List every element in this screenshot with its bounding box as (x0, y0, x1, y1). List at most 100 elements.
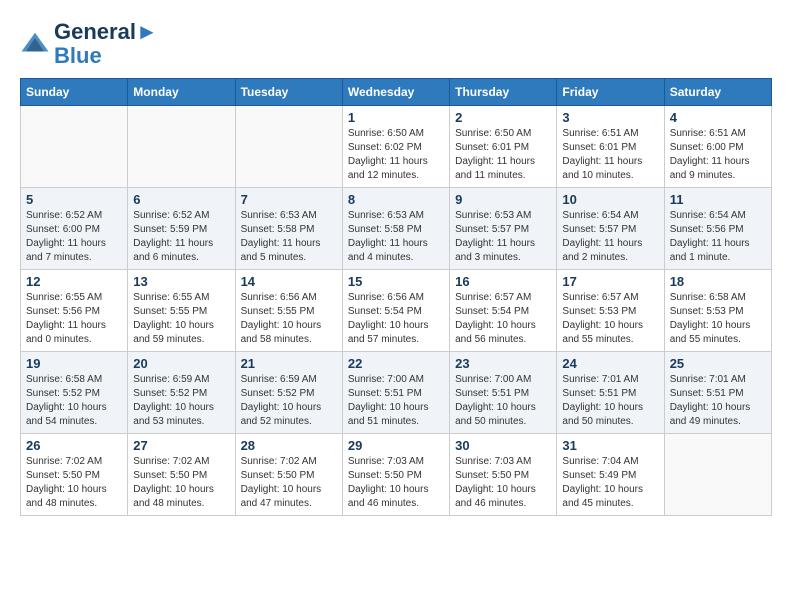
day-detail: Sunrise: 6:56 AMSunset: 5:55 PMDaylight:… (241, 291, 337, 347)
day-number: 25 (670, 356, 766, 371)
calendar-cell: 30 Sunrise: 7:03 AMSunset: 5:50 PMDayligh… (450, 434, 557, 516)
day-number: 10 (562, 192, 658, 207)
day-number: 5 (26, 192, 122, 207)
day-number: 11 (670, 192, 766, 207)
calendar-cell: 27 Sunrise: 7:02 AMSunset: 5:50 PMDayligh… (128, 434, 235, 516)
calendar-cell: 21 Sunrise: 6:59 AMSunset: 5:52 PMDayligh… (235, 352, 342, 434)
page-header: General► Blue (20, 20, 772, 68)
calendar-table: SundayMondayTuesdayWednesdayThursdayFrid… (20, 78, 772, 516)
logo-text: General► Blue (54, 20, 158, 68)
day-detail: Sunrise: 7:01 AMSunset: 5:51 PMDaylight:… (670, 373, 766, 429)
day-detail: Sunrise: 6:59 AMSunset: 5:52 PMDaylight:… (241, 373, 337, 429)
day-detail: Sunrise: 6:53 AMSunset: 5:58 PMDaylight:… (348, 209, 444, 265)
day-number: 21 (241, 356, 337, 371)
calendar-cell: 3 Sunrise: 6:51 AMSunset: 6:01 PMDaylight… (557, 106, 664, 188)
calendar-cell: 7 Sunrise: 6:53 AMSunset: 5:58 PMDaylight… (235, 188, 342, 270)
day-detail: Sunrise: 6:55 AMSunset: 5:56 PMDaylight:… (26, 291, 122, 347)
calendar-cell: 19 Sunrise: 6:58 AMSunset: 5:52 PMDayligh… (21, 352, 128, 434)
col-header-saturday: Saturday (664, 79, 771, 106)
logo-icon (20, 29, 50, 59)
day-number: 3 (562, 110, 658, 125)
day-detail: Sunrise: 6:54 AMSunset: 5:57 PMDaylight:… (562, 209, 658, 265)
day-number: 28 (241, 438, 337, 453)
day-number: 30 (455, 438, 551, 453)
day-detail: Sunrise: 7:03 AMSunset: 5:50 PMDaylight:… (455, 455, 551, 511)
col-header-wednesday: Wednesday (342, 79, 449, 106)
day-detail: Sunrise: 6:50 AMSunset: 6:01 PMDaylight:… (455, 127, 551, 183)
day-number: 13 (133, 274, 229, 289)
col-header-monday: Monday (128, 79, 235, 106)
calendar-cell: 15Sunrise: 6:56 AMSunset: 5:54 PMDayligh… (342, 270, 449, 352)
calendar-cell: 18 Sunrise: 6:58 AMSunset: 5:53 PMDayligh… (664, 270, 771, 352)
calendar-cell: 12 Sunrise: 6:55 AMSunset: 5:56 PMDayligh… (21, 270, 128, 352)
col-header-sunday: Sunday (21, 79, 128, 106)
day-detail: Sunrise: 7:03 AMSunset: 5:50 PMDaylight:… (348, 455, 444, 511)
day-number: 7 (241, 192, 337, 207)
calendar-cell: 20Sunrise: 6:59 AMSunset: 5:52 PMDayligh… (128, 352, 235, 434)
logo: General► Blue (20, 20, 158, 68)
day-detail: Sunrise: 6:54 AMSunset: 5:56 PMDaylight:… (670, 209, 766, 265)
calendar-cell (235, 106, 342, 188)
day-number: 23 (455, 356, 551, 371)
day-detail: Sunrise: 6:53 AMSunset: 5:58 PMDaylight:… (241, 209, 337, 265)
day-number: 12 (26, 274, 122, 289)
day-number: 18 (670, 274, 766, 289)
calendar-cell: 9 Sunrise: 6:53 AMSunset: 5:57 PMDaylight… (450, 188, 557, 270)
day-number: 22 (348, 356, 444, 371)
calendar-cell: 4 Sunrise: 6:51 AMSunset: 6:00 PMDaylight… (664, 106, 771, 188)
day-detail: Sunrise: 6:52 AMSunset: 5:59 PMDaylight:… (133, 209, 229, 265)
day-number: 15 (348, 274, 444, 289)
day-number: 24 (562, 356, 658, 371)
col-header-thursday: Thursday (450, 79, 557, 106)
day-detail: Sunrise: 6:53 AMSunset: 5:57 PMDaylight:… (455, 209, 551, 265)
day-number: 9 (455, 192, 551, 207)
day-number: 2 (455, 110, 551, 125)
day-number: 4 (670, 110, 766, 125)
day-number: 1 (348, 110, 444, 125)
day-number: 20 (133, 356, 229, 371)
day-detail: Sunrise: 6:51 AMSunset: 6:01 PMDaylight:… (562, 127, 658, 183)
calendar-cell: 8 Sunrise: 6:53 AMSunset: 5:58 PMDaylight… (342, 188, 449, 270)
calendar-cell: 17 Sunrise: 6:57 AMSunset: 5:53 PMDayligh… (557, 270, 664, 352)
day-detail: Sunrise: 7:02 AMSunset: 5:50 PMDaylight:… (26, 455, 122, 511)
calendar-cell: 24 Sunrise: 7:01 AMSunset: 5:51 PMDayligh… (557, 352, 664, 434)
calendar-cell: 5 Sunrise: 6:52 AMSunset: 6:00 PMDaylight… (21, 188, 128, 270)
col-header-friday: Friday (557, 79, 664, 106)
day-number: 27 (133, 438, 229, 453)
calendar-cell (21, 106, 128, 188)
day-detail: Sunrise: 7:02 AMSunset: 5:50 PMDaylight:… (241, 455, 337, 511)
day-number: 19 (26, 356, 122, 371)
day-number: 31 (562, 438, 658, 453)
day-number: 16 (455, 274, 551, 289)
calendar-cell: 6Sunrise: 6:52 AMSunset: 5:59 PMDaylight… (128, 188, 235, 270)
calendar-cell: 29 Sunrise: 7:03 AMSunset: 5:50 PMDayligh… (342, 434, 449, 516)
calendar-cell: 14 Sunrise: 6:56 AMSunset: 5:55 PMDayligh… (235, 270, 342, 352)
calendar-cell: 10 Sunrise: 6:54 AMSunset: 5:57 PMDayligh… (557, 188, 664, 270)
calendar-cell: 26 Sunrise: 7:02 AMSunset: 5:50 PMDayligh… (21, 434, 128, 516)
calendar-cell: 1 Sunrise: 6:50 AMSunset: 6:02 PMDaylight… (342, 106, 449, 188)
day-number: 29 (348, 438, 444, 453)
day-detail: Sunrise: 7:02 AMSunset: 5:50 PMDaylight:… (133, 455, 229, 511)
day-detail: Sunrise: 6:58 AMSunset: 5:52 PMDaylight:… (26, 373, 122, 429)
day-detail: Sunrise: 7:01 AMSunset: 5:51 PMDaylight:… (562, 373, 658, 429)
calendar-cell: 28 Sunrise: 7:02 AMSunset: 5:50 PMDayligh… (235, 434, 342, 516)
day-number: 17 (562, 274, 658, 289)
day-detail: Sunrise: 6:51 AMSunset: 6:00 PMDaylight:… (670, 127, 766, 183)
calendar-cell: 25 Sunrise: 7:01 AMSunset: 5:51 PMDayligh… (664, 352, 771, 434)
calendar-cell: 22 Sunrise: 7:00 AMSunset: 5:51 PMDayligh… (342, 352, 449, 434)
day-detail: Sunrise: 7:00 AMSunset: 5:51 PMDaylight:… (455, 373, 551, 429)
day-detail: Sunrise: 6:55 AMSunset: 5:55 PMDaylight:… (133, 291, 229, 347)
calendar-cell (128, 106, 235, 188)
day-detail: Sunrise: 6:58 AMSunset: 5:53 PMDaylight:… (670, 291, 766, 347)
day-detail: Sunrise: 6:50 AMSunset: 6:02 PMDaylight:… (348, 127, 444, 183)
day-number: 8 (348, 192, 444, 207)
calendar-cell: 31 Sunrise: 7:04 AMSunset: 5:49 PMDayligh… (557, 434, 664, 516)
calendar-cell: 16 Sunrise: 6:57 AMSunset: 5:54 PMDayligh… (450, 270, 557, 352)
day-detail: Sunrise: 6:57 AMSunset: 5:53 PMDaylight:… (562, 291, 658, 347)
day-detail: Sunrise: 7:00 AMSunset: 5:51 PMDaylight:… (348, 373, 444, 429)
day-detail: Sunrise: 7:04 AMSunset: 5:49 PMDaylight:… (562, 455, 658, 511)
day-number: 14 (241, 274, 337, 289)
day-number: 26 (26, 438, 122, 453)
day-detail: Sunrise: 6:52 AMSunset: 6:00 PMDaylight:… (26, 209, 122, 265)
day-detail: Sunrise: 6:57 AMSunset: 5:54 PMDaylight:… (455, 291, 551, 347)
